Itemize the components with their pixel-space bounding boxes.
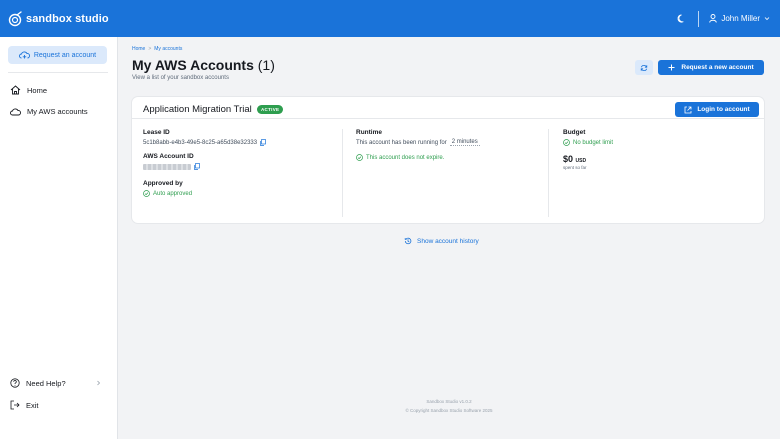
runtime-label: Runtime xyxy=(356,129,382,136)
cloud-plus-icon xyxy=(18,51,30,59)
aws-account-id-label: AWS Account ID xyxy=(143,153,194,160)
sidebar-item-need-help[interactable]: Need Help? xyxy=(10,378,101,388)
aws-account-id-value xyxy=(143,163,340,170)
sidebar-divider xyxy=(8,72,108,73)
chevron-down-icon xyxy=(764,17,770,21)
lease-id-label: Lease ID xyxy=(143,129,170,136)
spent-amount-value: $0 xyxy=(563,154,574,164)
account-card: Application Migration Trial ACTIVE Login… xyxy=(132,97,764,223)
external-link-icon xyxy=(684,106,692,113)
budget-label: Budget xyxy=(563,129,586,136)
spent-amount: $0 USD xyxy=(563,154,758,164)
history-icon xyxy=(404,237,412,245)
request-account-button[interactable]: Request an account xyxy=(8,46,107,64)
topbar-divider xyxy=(698,10,700,27)
login-to-account-label: Login to account xyxy=(697,106,750,113)
lease-id-text: 5c1b8abb-e4b3-49e5-8c25-a65d38e32333 xyxy=(143,139,258,146)
approved-by-value: Auto approved xyxy=(143,190,340,197)
page-title: My AWS Accounts (1) xyxy=(132,57,275,73)
budget-column: Budget No budget limit $0 USD spent so f… xyxy=(548,129,758,217)
page-subtitle: View a list of your sandbox accounts xyxy=(132,75,229,81)
runtime-column: Runtime This account has been running fo… xyxy=(342,129,549,217)
refresh-button[interactable] xyxy=(635,60,653,75)
account-card-header: Application Migration Trial ACTIVE Login… xyxy=(132,97,764,119)
approved-by-label: Approved by xyxy=(143,180,183,187)
home-icon xyxy=(10,85,21,95)
expiry-status: This account does not expire. xyxy=(356,154,549,161)
request-new-account-label: Request a new account xyxy=(681,64,754,71)
sidebar-item-label: Home xyxy=(27,85,48,95)
breadcrumb-separator: > xyxy=(148,46,152,52)
budget-value: No budget limit xyxy=(563,139,758,146)
copy-icon[interactable] xyxy=(260,139,266,146)
refresh-icon xyxy=(640,64,648,71)
approved-by-text: Auto approved xyxy=(153,190,193,197)
cloud-icon xyxy=(10,108,21,115)
chevron-right-icon xyxy=(97,380,101,386)
user-icon xyxy=(709,14,718,23)
sidebar-item-label: Need Help? xyxy=(26,378,66,388)
user-name: John Miller xyxy=(721,14,760,23)
show-account-history-link[interactable]: Show account history xyxy=(404,237,479,245)
request-new-account-button[interactable]: Request a new account xyxy=(658,60,764,75)
runtime-duration[interactable]: 2 minutes xyxy=(449,139,480,146)
show-account-history-label: Show account history xyxy=(417,237,479,245)
sidebar: Request an account Home My AWS accounts … xyxy=(0,37,118,439)
exit-icon xyxy=(10,400,20,410)
plus-icon xyxy=(668,64,675,71)
account-name: Application Migration Trial xyxy=(143,104,252,115)
brand-swirl-icon xyxy=(8,10,22,26)
request-account-label: Request an account xyxy=(33,51,97,59)
sidebar-item-home[interactable]: Home xyxy=(10,85,47,95)
account-details-column: Lease ID 5c1b8abb-e4b3-49e5-8c25-a65d38e… xyxy=(143,129,340,217)
login-to-account-button[interactable]: Login to account xyxy=(675,102,759,117)
breadcrumb: Home > My accounts xyxy=(132,46,182,52)
redacted-account-id xyxy=(143,163,191,170)
user-menu[interactable]: John Miller xyxy=(709,14,770,23)
runtime-value: This account has been running for 2 minu… xyxy=(356,139,549,146)
expiry-text: This account does not expire. xyxy=(366,154,445,161)
budget-text: No budget limit xyxy=(573,139,614,146)
footer-copyright: © Copyright Sandbox Studio Software 2025 xyxy=(405,408,493,413)
help-icon xyxy=(10,378,20,388)
top-bar: sandbox studio John Miller xyxy=(0,0,780,37)
check-circle-icon xyxy=(563,139,570,146)
page-title-text: My AWS Accounts xyxy=(132,57,254,73)
breadcrumb-home[interactable]: Home xyxy=(132,46,145,52)
footer-version: Sandbox Studio v1.0.2 xyxy=(426,399,472,404)
copy-icon[interactable] xyxy=(194,163,200,170)
sidebar-item-my-aws-accounts[interactable]: My AWS accounts xyxy=(10,107,88,116)
lease-id-value: 5c1b8abb-e4b3-49e5-8c25-a65d38e32333 xyxy=(143,139,340,146)
breadcrumb-current: My accounts xyxy=(154,46,183,52)
moon-icon[interactable] xyxy=(677,14,686,23)
spent-currency: USD xyxy=(575,158,587,164)
status-badge: ACTIVE xyxy=(257,105,284,114)
spent-label: spent so far xyxy=(563,165,587,170)
brand-name: sandbox studio xyxy=(26,12,109,25)
brand-logo[interactable]: sandbox studio xyxy=(0,10,109,27)
sidebar-item-exit[interactable]: Exit xyxy=(10,400,39,410)
main-content: Home > My accounts My AWS Accounts (1) Vie… xyxy=(118,37,780,439)
runtime-text: This account has been running for xyxy=(356,139,447,146)
check-circle-icon xyxy=(143,190,150,197)
check-circle-icon xyxy=(356,154,363,161)
account-count: (1) xyxy=(257,57,275,73)
sidebar-item-label: My AWS accounts xyxy=(27,107,88,116)
sidebar-item-label: Exit xyxy=(26,400,39,410)
